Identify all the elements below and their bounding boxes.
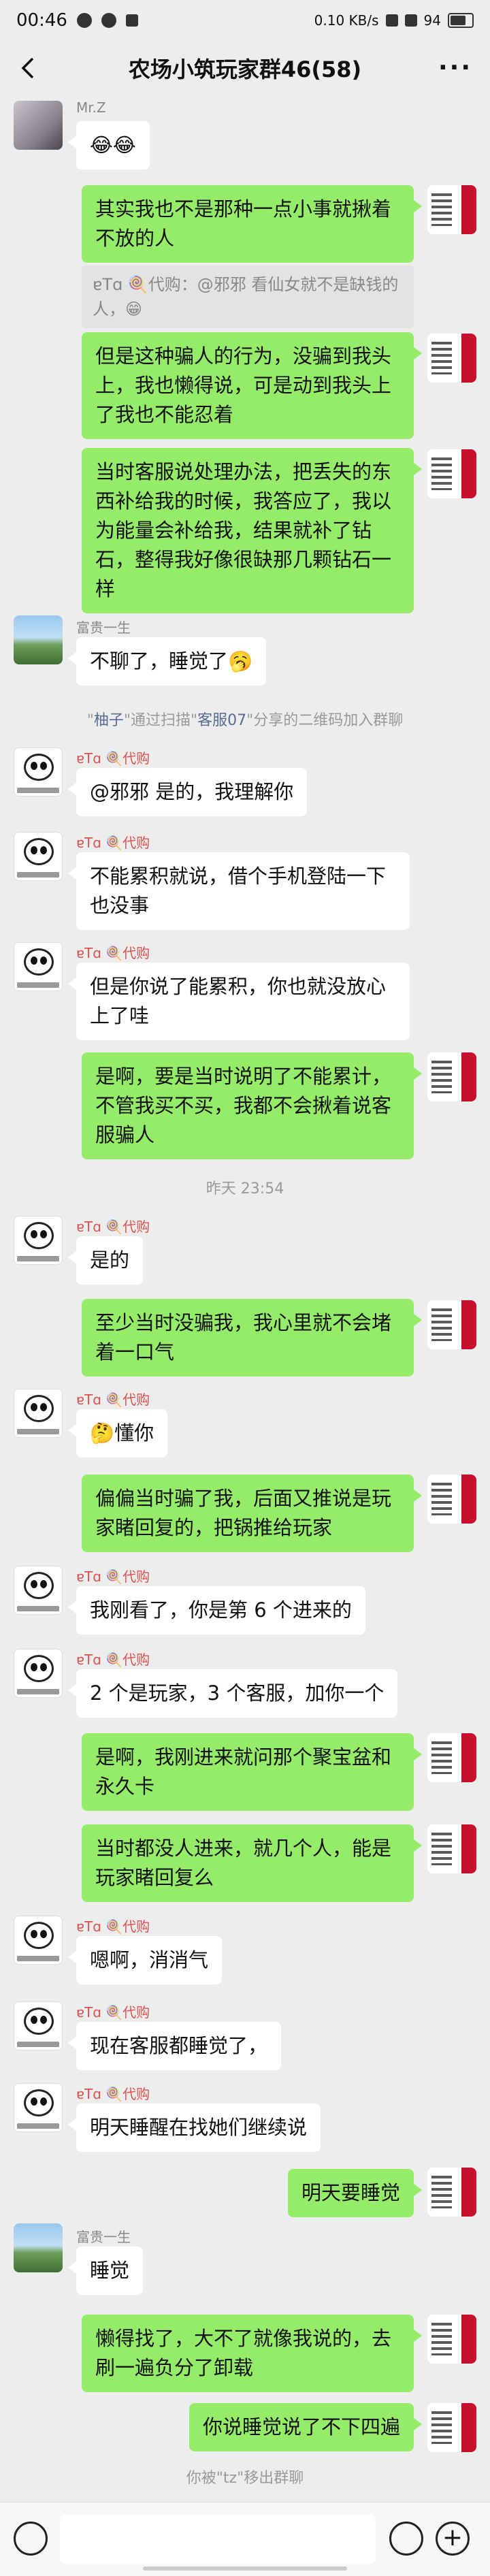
timestamp: 昨天 23:54 (206, 1180, 284, 1197)
avatar-daigou[interactable] (14, 1649, 63, 1698)
emoji-icon[interactable] (389, 2522, 423, 2556)
sender-name: 富贵一生 (76, 2229, 131, 2245)
message-icon (101, 13, 116, 28)
message-bubble[interactable]: 现在客服都睡觉了， (67, 2022, 282, 2070)
avatar-self[interactable] (427, 1475, 476, 1524)
avatar-daigou[interactable] (14, 747, 63, 796)
plus-icon[interactable]: + (436, 2522, 470, 2556)
message-bubble[interactable]: 我刚看了，你是第 6 个进来的 (68, 1586, 365, 1635)
system-notice: "柚子"通过扫描"客服07"分享的二维码加入群聊 (86, 712, 404, 729)
message-bubble[interactable]: @邪邪 是的，我理解你 (67, 768, 308, 816)
app-icon (125, 14, 138, 27)
message-bubble[interactable]: 是啊，要是当时说明了不能累计，不管我买不买，我都不会揪着说客服骗人 (82, 1052, 422, 1159)
avatar-daigou[interactable] (14, 1916, 63, 1965)
message-bubble[interactable]: 不能累积就说，借个手机登陆一下也没事 (68, 852, 410, 930)
avatar-self[interactable] (427, 2403, 476, 2452)
message-bubble[interactable]: 睡觉 (67, 2247, 144, 2295)
message-bubble[interactable]: 是啊，我刚进来就问那个聚宝盆和永久卡 (82, 1733, 422, 1811)
avatar-self[interactable] (427, 1300, 476, 1349)
avatar-self[interactable] (427, 1733, 476, 1782)
back-icon[interactable] (15, 54, 42, 82)
avatar-self[interactable] (427, 185, 476, 234)
avatar-fugui[interactable] (14, 2223, 63, 2272)
input-bar: + (0, 2502, 490, 2576)
message-bubble[interactable]: 明天要睡觉 (287, 2169, 423, 2217)
avatar-self[interactable] (427, 449, 476, 498)
message-bubble[interactable]: 2 个是玩家，3 个客服，加你一个 (67, 1669, 398, 1718)
avatar-self[interactable] (427, 1824, 476, 1873)
avatar-mrz[interactable] (14, 101, 63, 150)
chat-header: 农场小筑玩家群46(58) ··· (0, 41, 490, 95)
avatar-self[interactable] (427, 1052, 476, 1101)
voice-icon[interactable] (14, 2522, 48, 2556)
status-bar: 00:46 0.10 KB/s 94 (0, 0, 490, 41)
notification-icon (76, 13, 92, 28)
sender-name: ɐTɑ 🍭代购 (76, 750, 150, 767)
message-bubble[interactable]: 但是这种骗人的行为，没骗到我头上，我也懒得说，可是动到我头上了我也不能忍着 (82, 332, 422, 439)
quoted-message[interactable]: ɐTɑ 🍭代购：@邪邪 看仙女就不是缺钱的人，😁 (82, 265, 414, 328)
message-bubble[interactable]: 懒得找了，大不了就像我说的，去刷一遍负分了卸载 (82, 2315, 422, 2392)
net-speed: 0.10 KB/s (314, 12, 379, 29)
avatar-daigou[interactable] (14, 2001, 63, 2050)
user-link[interactable]: 客服07 (197, 712, 246, 729)
avatar-fugui[interactable] (14, 615, 63, 664)
avatar-daigou[interactable] (14, 1389, 63, 1438)
avatar-daigou[interactable] (14, 832, 63, 881)
avatar-daigou[interactable] (14, 942, 63, 991)
user-link[interactable]: 柚子 (94, 712, 124, 729)
chat-title: 农场小筑玩家群46(58) (128, 57, 362, 82)
sender-name: ɐTɑ 🍭代购 (76, 1652, 150, 1668)
sender-name: ɐTɑ 🍭代购 (76, 1219, 150, 1235)
message-bubble[interactable]: 至少当时没骗我，我心里就不会堵着一口气 (82, 1299, 422, 1376)
avatar-daigou[interactable] (14, 2083, 63, 2132)
message-bubble[interactable]: 你说睡觉说了不下四遍 (189, 2403, 423, 2451)
wifi-icon (404, 14, 417, 27)
more-icon[interactable]: ··· (438, 56, 472, 80)
message-input[interactable] (60, 2515, 376, 2564)
avatar-self[interactable] (427, 334, 476, 383)
signal-icon (385, 14, 398, 27)
message-bubble[interactable]: 偏偏当时骗了我，后面又推说是玩家睹回复的，把锅推给玩家 (82, 1475, 422, 1552)
home-indicator[interactable] (143, 2566, 347, 2571)
message-bubble[interactable]: 当时客服说处理办法，把丢失的东西补给我的时候，我答应了，我以为能量会补给我，结果… (82, 448, 422, 613)
status-time: 00:46 (16, 10, 67, 31)
sender-name: Mr.Z (76, 99, 106, 116)
sender-name: ɐTɑ 🍭代购 (76, 1568, 150, 1585)
sender-name: ɐTɑ 🍭代购 (76, 835, 150, 851)
message-bubble[interactable]: 明天睡醒在找她们继续说 (67, 2104, 321, 2152)
sender-name: ɐTɑ 🍭代购 (76, 2086, 150, 2102)
message-bubble[interactable]: 不聊了，睡觉了🥱 (67, 637, 267, 686)
message-bubble[interactable]: 😂😂 (68, 121, 150, 170)
message-bubble[interactable]: 嗯啊，消消气 (67, 1936, 223, 1984)
message-bubble[interactable]: 是的 (67, 1236, 144, 1285)
sender-name: 富贵一生 (76, 619, 131, 636)
sender-name: ɐTɑ 🍭代购 (76, 1918, 150, 1935)
avatar-daigou[interactable] (14, 1566, 63, 1615)
message-bubble[interactable]: 当时都没人进来，就几个人，能是玩家睹回复么 (82, 1824, 422, 1902)
battery-icon (448, 13, 474, 28)
message-bubble[interactable]: 🤔懂你 (67, 1409, 168, 1458)
sender-name: ɐTɑ 🍭代购 (76, 945, 150, 961)
avatar-self[interactable] (427, 2168, 476, 2217)
sender-name: ɐTɑ 🍭代购 (76, 2004, 150, 2020)
avatar-daigou[interactable] (14, 1216, 63, 1265)
avatar-self[interactable] (427, 2315, 476, 2364)
system-notice: 你被"tz"移出群聊 (186, 2470, 304, 2487)
message-bubble[interactable]: 其实我也不是那种一点小事就揪着不放的人 (82, 185, 422, 263)
sender-name: ɐTɑ 🍭代购 (76, 1391, 150, 1408)
message-bubble[interactable]: 但是你说了能累积，你也就没放心上了哇 (68, 963, 410, 1040)
battery-level: 94 (423, 12, 441, 29)
